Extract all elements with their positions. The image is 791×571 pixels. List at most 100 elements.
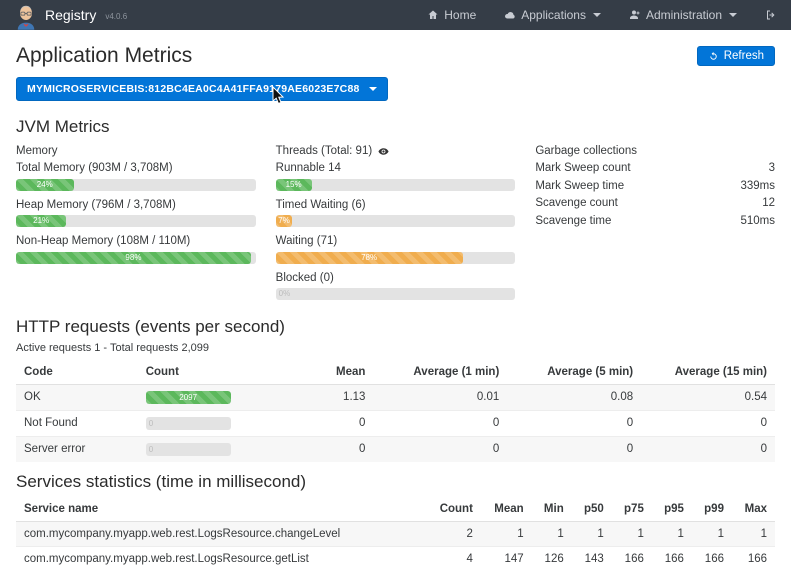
cell-mean: 0 — [275, 436, 374, 462]
home-icon — [427, 9, 439, 21]
heap-memory-label: Heap Memory (796M / 3,708M) — [16, 198, 256, 212]
total-memory-progress: 24% — [16, 179, 256, 191]
cell-count: 0 — [138, 410, 275, 436]
cell-p75: 1 — [612, 521, 652, 546]
threads-column: Threads (Total: 91) Runnable 14 15% Time… — [276, 142, 516, 307]
cell-max: 166 — [732, 546, 775, 571]
column-header-avg15: Average (15 min) — [641, 360, 775, 385]
refresh-button[interactable]: Refresh — [697, 46, 775, 66]
cell-count: 4 — [426, 546, 481, 571]
cell-service-name: com.mycompany.myapp.web.rest.LogsResourc… — [16, 546, 426, 571]
column-header-min: Min — [532, 497, 572, 522]
table-row: com.mycompany.myapp.web.rest.LogsResourc… — [16, 546, 775, 571]
cell-mean: 1 — [481, 521, 532, 546]
gc-value: 12 — [762, 196, 775, 210]
total-memory-percent: 24% — [37, 180, 53, 189]
column-header-count: Count — [426, 497, 481, 522]
nav-applications[interactable]: Applications — [504, 8, 601, 22]
waiting-percent: 78% — [361, 253, 377, 262]
runnable-percent: 15% — [286, 180, 302, 189]
blocked-label: Blocked (0) — [276, 271, 516, 285]
nav-administration-label: Administration — [646, 8, 722, 22]
waiting-label: Waiting (71) — [276, 234, 516, 248]
gc-label: Scavenge time — [535, 214, 611, 228]
cell-avg5: 0.08 — [507, 384, 641, 410]
nav-home-label: Home — [444, 8, 476, 22]
cell-max: 1 — [732, 521, 775, 546]
table-header-row: Service name Count Mean Min p50 p75 p95 … — [16, 497, 775, 522]
brand[interactable]: Registry v4.0.6 — [14, 1, 127, 30]
memory-heading: Memory — [16, 144, 256, 158]
cloud-icon — [504, 9, 516, 21]
nonheap-memory-progress: 98% — [16, 252, 256, 264]
blocked-bar: 0% — [276, 288, 279, 300]
runnable-label: Runnable 14 — [276, 161, 516, 175]
gc-row: Scavenge count 12 — [535, 196, 775, 210]
column-header-p99: p99 — [692, 497, 732, 522]
http-requests-subtitle: Active requests 1 - Total requests 2,099 — [16, 342, 775, 354]
runnable-bar: 15% — [276, 179, 312, 191]
navbar: Registry v4.0.6 Home Applications Admini… — [0, 0, 791, 30]
gc-row: Scavenge time 510ms — [535, 214, 775, 228]
timed-waiting-label: Timed Waiting (6) — [276, 198, 516, 212]
cell-mean: 1.13 — [275, 384, 374, 410]
cell-p99: 166 — [692, 546, 732, 571]
cell-min: 1 — [532, 521, 572, 546]
timed-waiting-percent: 7% — [278, 216, 290, 225]
nav-home[interactable]: Home — [427, 8, 476, 22]
table-row: Server error 0 0 0 0 0 — [16, 436, 775, 462]
brand-name: Registry — [45, 7, 96, 23]
gc-label: Scavenge count — [535, 196, 617, 210]
timed-waiting-progress: 7% — [276, 215, 516, 227]
blocked-percent: 0% — [279, 289, 291, 298]
cell-code: Server error — [16, 436, 138, 462]
cell-p75: 166 — [612, 546, 652, 571]
services-statistics-heading: Services statistics (time in millisecond… — [16, 472, 775, 492]
cell-p95: 166 — [652, 546, 692, 571]
gc-label: Mark Sweep count — [535, 161, 630, 175]
chevron-down-icon — [593, 13, 601, 17]
refresh-icon — [708, 51, 719, 62]
table-row: Not Found 0 0 0 0 0 — [16, 410, 775, 436]
cell-mean: 0 — [275, 410, 374, 436]
instance-selector-dropdown[interactable]: MYMICROSERVICEBIS:812BC4EA0C4A41FFA9179A… — [16, 77, 388, 101]
cell-count: 2097 — [138, 384, 275, 410]
gc-column: Garbage collections Mark Sweep count 3 M… — [535, 142, 775, 307]
waiting-bar: 78% — [276, 252, 463, 264]
brand-version: v4.0.6 — [105, 12, 127, 21]
cell-p50: 1 — [572, 521, 612, 546]
cell-avg15: 0.54 — [641, 384, 775, 410]
count-value: 0 — [149, 445, 153, 454]
column-header-p95: p95 — [652, 497, 692, 522]
timed-waiting-bar: 7% — [276, 215, 293, 227]
cell-avg5: 0 — [507, 410, 641, 436]
column-header-p50: p50 — [572, 497, 612, 522]
gc-value: 3 — [769, 161, 775, 175]
main-content: Application Metrics Refresh MYMICROSERVI… — [0, 30, 791, 571]
count-bar: 2097 — [146, 391, 231, 404]
cell-avg15: 0 — [641, 410, 775, 436]
jvm-metrics-heading: JVM Metrics — [16, 117, 775, 137]
gc-row: Mark Sweep time 339ms — [535, 179, 775, 193]
gc-value: 339ms — [740, 179, 775, 193]
sign-out-icon — [765, 9, 777, 21]
column-header-mean: Mean — [481, 497, 532, 522]
cell-avg1: 0 — [373, 436, 507, 462]
heap-memory-bar: 21% — [16, 215, 66, 227]
threads-heading: Threads (Total: 91) — [276, 144, 373, 158]
cell-avg1: 0.01 — [373, 384, 507, 410]
nav-administration[interactable]: Administration — [629, 8, 737, 22]
total-memory-bar: 24% — [16, 179, 74, 191]
table-header-row: Code Count Mean Average (1 min) Average … — [16, 360, 775, 385]
cell-min: 126 — [532, 546, 572, 571]
cell-count: 0 — [138, 436, 275, 462]
services-statistics-table: Service name Count Mean Min p50 p75 p95 … — [16, 497, 775, 571]
http-requests-table: Code Count Mean Average (1 min) Average … — [16, 360, 775, 462]
http-requests-heading: HTTP requests (events per second) — [16, 317, 775, 337]
cell-p99: 1 — [692, 521, 732, 546]
nav-signout[interactable] — [765, 9, 777, 21]
nonheap-memory-label: Non-Heap Memory (108M / 110M) — [16, 234, 256, 248]
users-icon — [629, 9, 641, 21]
gc-label: Mark Sweep time — [535, 179, 624, 193]
eye-icon[interactable] — [377, 145, 390, 157]
